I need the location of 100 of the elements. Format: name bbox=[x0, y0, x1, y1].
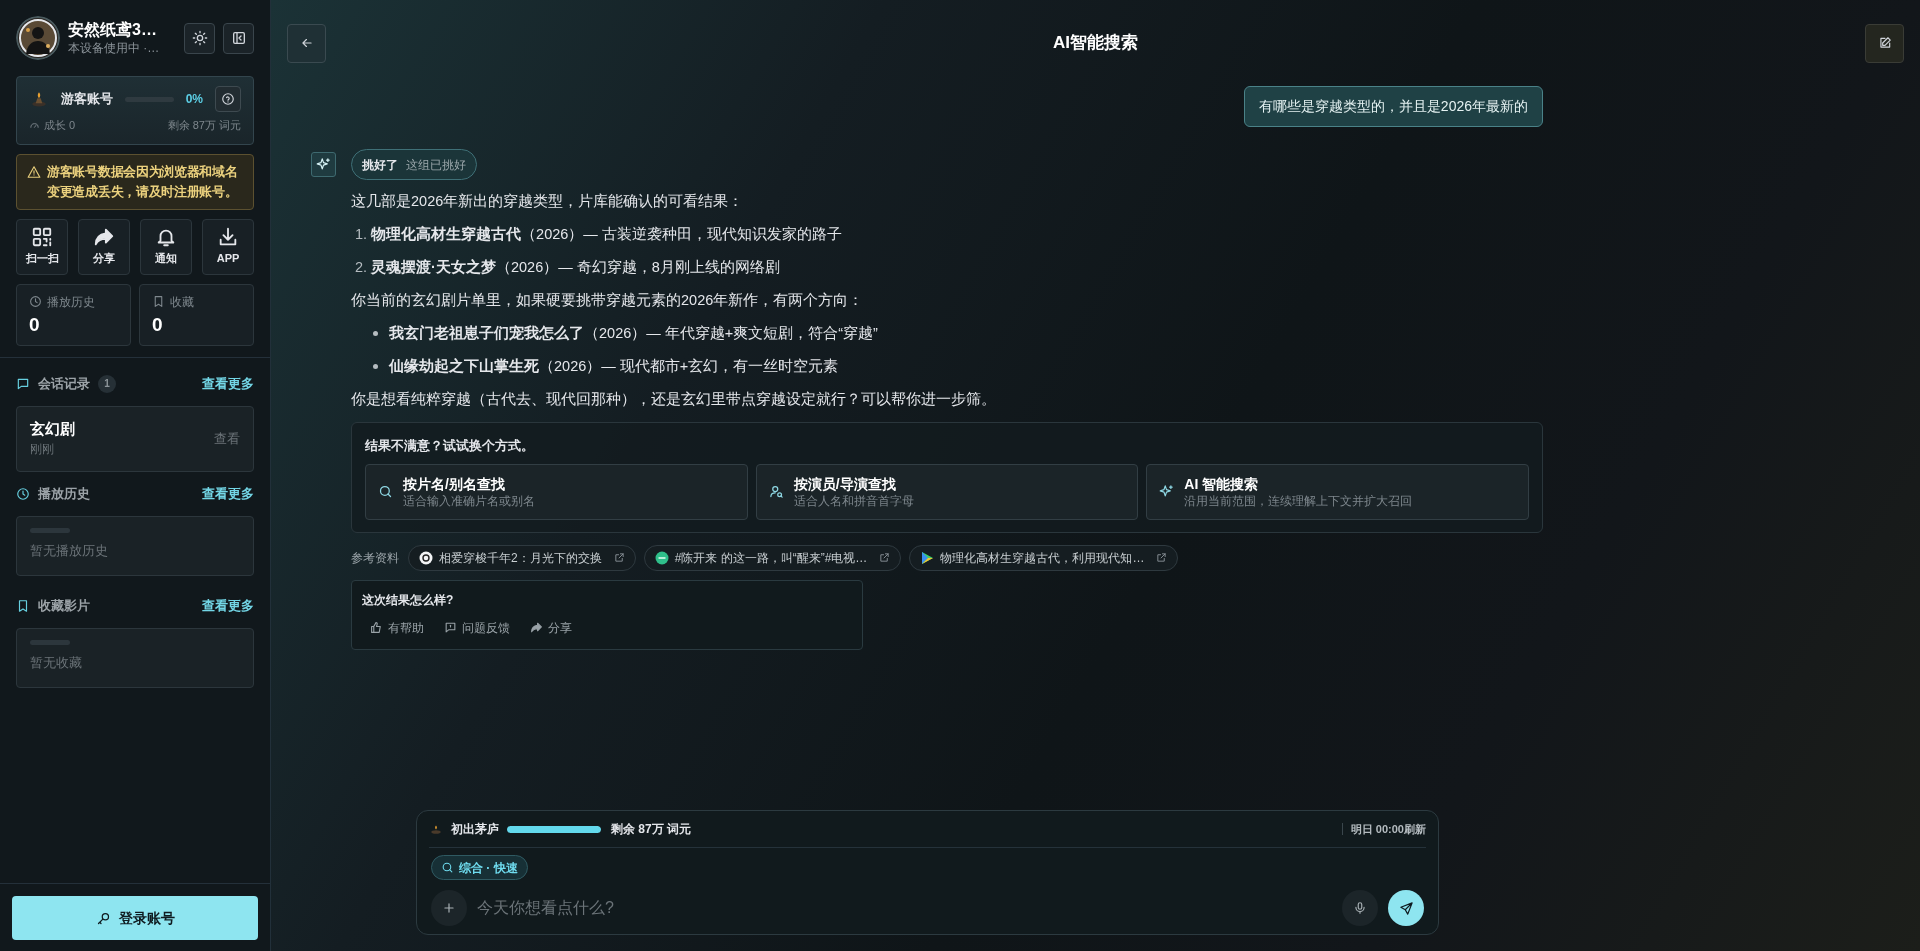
view-more-link[interactable]: 查看更多 bbox=[202, 595, 254, 616]
external-link-icon bbox=[1156, 552, 1168, 563]
answer-paragraph: 这几部是2026年新出的穿越类型，片库能确认的可看结果： bbox=[351, 192, 745, 211]
list-item-text: 仙缘劫起之下山掌生死（2026）— 现代都市+玄幻，有一丝时空元素 bbox=[389, 357, 839, 376]
thumbs-up-icon bbox=[370, 621, 383, 634]
option-subtitle: 适合人名和拼音首字母 bbox=[793, 492, 914, 509]
list-number: 2. bbox=[355, 258, 368, 277]
session-title: 玄幻剧 bbox=[30, 418, 76, 439]
reference-chip[interactable]: #陈开来 的这一路，叫“醒来”#电视… bbox=[643, 544, 902, 571]
warning-icon bbox=[27, 164, 41, 179]
stat-label: 播放历史 bbox=[47, 293, 95, 311]
bookmark-icon bbox=[152, 295, 165, 308]
empty-text: 暂无播放历史 bbox=[30, 541, 109, 560]
session-time: 刚刚 bbox=[30, 440, 55, 458]
option-title: AI 智能搜索 bbox=[1184, 474, 1260, 493]
qr-code-icon bbox=[31, 226, 53, 249]
quick-action-button[interactable]: APP bbox=[202, 218, 254, 275]
option-subtitle: 适合输入准确片名或别名 bbox=[403, 492, 535, 509]
list-item-text: 我玄门老祖崽子们宠我怎么了（2026）— 年代穿越+爽文短剧，符合“穿越” bbox=[389, 324, 878, 343]
search-option-button[interactable]: 按演员/导演查找 适合人名和拼音首字母 bbox=[755, 463, 1139, 520]
section-title: 播放历史 bbox=[38, 484, 90, 503]
site-logo-icon bbox=[654, 550, 669, 565]
login-button[interactable]: 登录账号 bbox=[12, 896, 258, 940]
remaining-tokens: 剩余 87万 词元 bbox=[611, 821, 691, 838]
clock-icon bbox=[29, 295, 42, 308]
question-icon bbox=[221, 92, 235, 106]
progress-percent: 0% bbox=[185, 91, 203, 108]
feedback-button[interactable]: 分享 bbox=[530, 618, 572, 637]
person-search-icon bbox=[768, 484, 784, 499]
search-option-button[interactable]: AI 智能搜索 沿用当前范围，连续理解上下文并扩大召回 bbox=[1146, 463, 1529, 520]
section-title: 收藏影片 bbox=[38, 596, 90, 615]
help-button[interactable] bbox=[215, 86, 241, 112]
view-more-link[interactable]: 查看更多 bbox=[202, 483, 254, 504]
option-title: 按片名/别名查找 bbox=[403, 474, 506, 493]
tier-label: 初出茅庐 bbox=[451, 821, 499, 838]
section-title: 会话记录 bbox=[38, 374, 90, 393]
session-item[interactable]: 玄幻剧 刚刚 查看 bbox=[16, 405, 254, 472]
empty-text: 暂无收藏 bbox=[30, 653, 83, 672]
feedback-button[interactable]: 问题反馈 bbox=[444, 618, 510, 637]
sparkle-icon bbox=[1159, 484, 1175, 499]
clock-icon bbox=[16, 486, 30, 501]
share-arrow-icon bbox=[530, 621, 543, 634]
stat-value: 0 bbox=[152, 312, 164, 337]
microphone-icon bbox=[1353, 901, 1367, 915]
feedback-title: 这次结果怎么样? bbox=[362, 591, 455, 609]
view-text: 查看 bbox=[214, 429, 240, 448]
option-title: 按演员/导演查找 bbox=[793, 474, 897, 493]
play-logo-icon bbox=[920, 550, 935, 565]
message-input[interactable]: 今天你想看点什么? bbox=[477, 896, 1332, 920]
references-label: 参考资料 bbox=[351, 549, 399, 567]
stat-label: 收藏 bbox=[170, 293, 194, 311]
quick-action-button[interactable]: 分享 bbox=[78, 218, 130, 275]
microphone-button[interactable] bbox=[1342, 890, 1378, 926]
plus-icon bbox=[442, 901, 456, 915]
search-icon bbox=[378, 484, 393, 499]
view-more-link[interactable]: 查看更多 bbox=[202, 373, 254, 394]
alternatives-title: 结果不满意？试试换个方式。 bbox=[365, 437, 535, 455]
sun-icon bbox=[191, 30, 208, 46]
list-number: 1. bbox=[355, 225, 368, 244]
badge-label: 挑好了 bbox=[362, 156, 398, 174]
answer-paragraph: 你当前的玄幻剧片单里，如果硬要挑带穿越元素的2026年新作，有两个方向： bbox=[351, 291, 865, 310]
answer-paragraph: 你是想看纯粹穿越（古代去、现代回那种），还是玄幻里带点穿越设定就行？可以帮你进一步筛。 bbox=[351, 390, 997, 409]
key-icon bbox=[95, 910, 111, 926]
collapse-sidebar-button[interactable] bbox=[223, 22, 254, 54]
reference-chip[interactable]: 物理化高材生穿越古代，利用现代知… bbox=[909, 544, 1179, 571]
site-logo-icon bbox=[419, 550, 433, 565]
new-chat-button[interactable] bbox=[1865, 23, 1904, 63]
warning-text: 游客账号数据会因为浏览器和域名变更造成丢失，请及时注册账号。 bbox=[47, 163, 239, 201]
sidebar-panel-icon bbox=[230, 30, 247, 46]
list-item-text: 灵魂摆渡·天女之梦（2026）— 奇幻穿越，8月刚上线的网络剧 bbox=[371, 258, 780, 277]
profile-status: 本设备使用中 ·… bbox=[68, 40, 161, 56]
external-link-icon bbox=[879, 552, 891, 563]
send-button[interactable] bbox=[1388, 890, 1424, 926]
search-icon bbox=[441, 861, 454, 874]
refresh-time: 明日 00:00刷新 bbox=[1350, 821, 1426, 837]
growth-text: 成长 0 bbox=[44, 118, 76, 133]
add-button[interactable] bbox=[431, 890, 467, 926]
remaining-tokens: 剩余 87万 词元 bbox=[167, 118, 241, 133]
reference-chip[interactable]: 相爱穿梭千年2：月光下的交换 bbox=[408, 544, 636, 571]
option-subtitle: 沿用当前范围，连续理解上下文并扩大召回 bbox=[1184, 492, 1413, 509]
bookmark-icon bbox=[16, 598, 30, 613]
search-option-button[interactable]: 按片名/别名查找 适合输入准确片名或别名 bbox=[365, 463, 748, 520]
quick-action-button[interactable]: 通知 bbox=[140, 218, 192, 275]
page-title: AI智能搜索 bbox=[1053, 32, 1138, 55]
badge-note: 这组已挑好 bbox=[406, 156, 466, 174]
user-message-bubble: 有哪些是穿越类型的，并且是2026年最新的 bbox=[1243, 86, 1543, 127]
chat-icon bbox=[16, 376, 30, 391]
search-mode-chip[interactable]: 综合 · 快速 bbox=[431, 855, 528, 880]
edit-icon bbox=[1877, 36, 1892, 50]
account-label: 游客账号 bbox=[61, 90, 113, 109]
quick-action-button[interactable]: 扫一扫 bbox=[16, 218, 68, 275]
comment-icon bbox=[444, 621, 457, 634]
send-icon bbox=[1398, 900, 1414, 916]
back-arrow-icon bbox=[299, 36, 314, 50]
feedback-button[interactable]: 有帮助 bbox=[370, 618, 424, 637]
sparkle-icon bbox=[316, 157, 331, 172]
theme-toggle-button[interactable] bbox=[184, 22, 215, 54]
count-badge: 1 bbox=[98, 374, 116, 393]
profile-name: 安然纸鸢3… bbox=[68, 20, 158, 40]
external-link-icon bbox=[613, 552, 625, 563]
